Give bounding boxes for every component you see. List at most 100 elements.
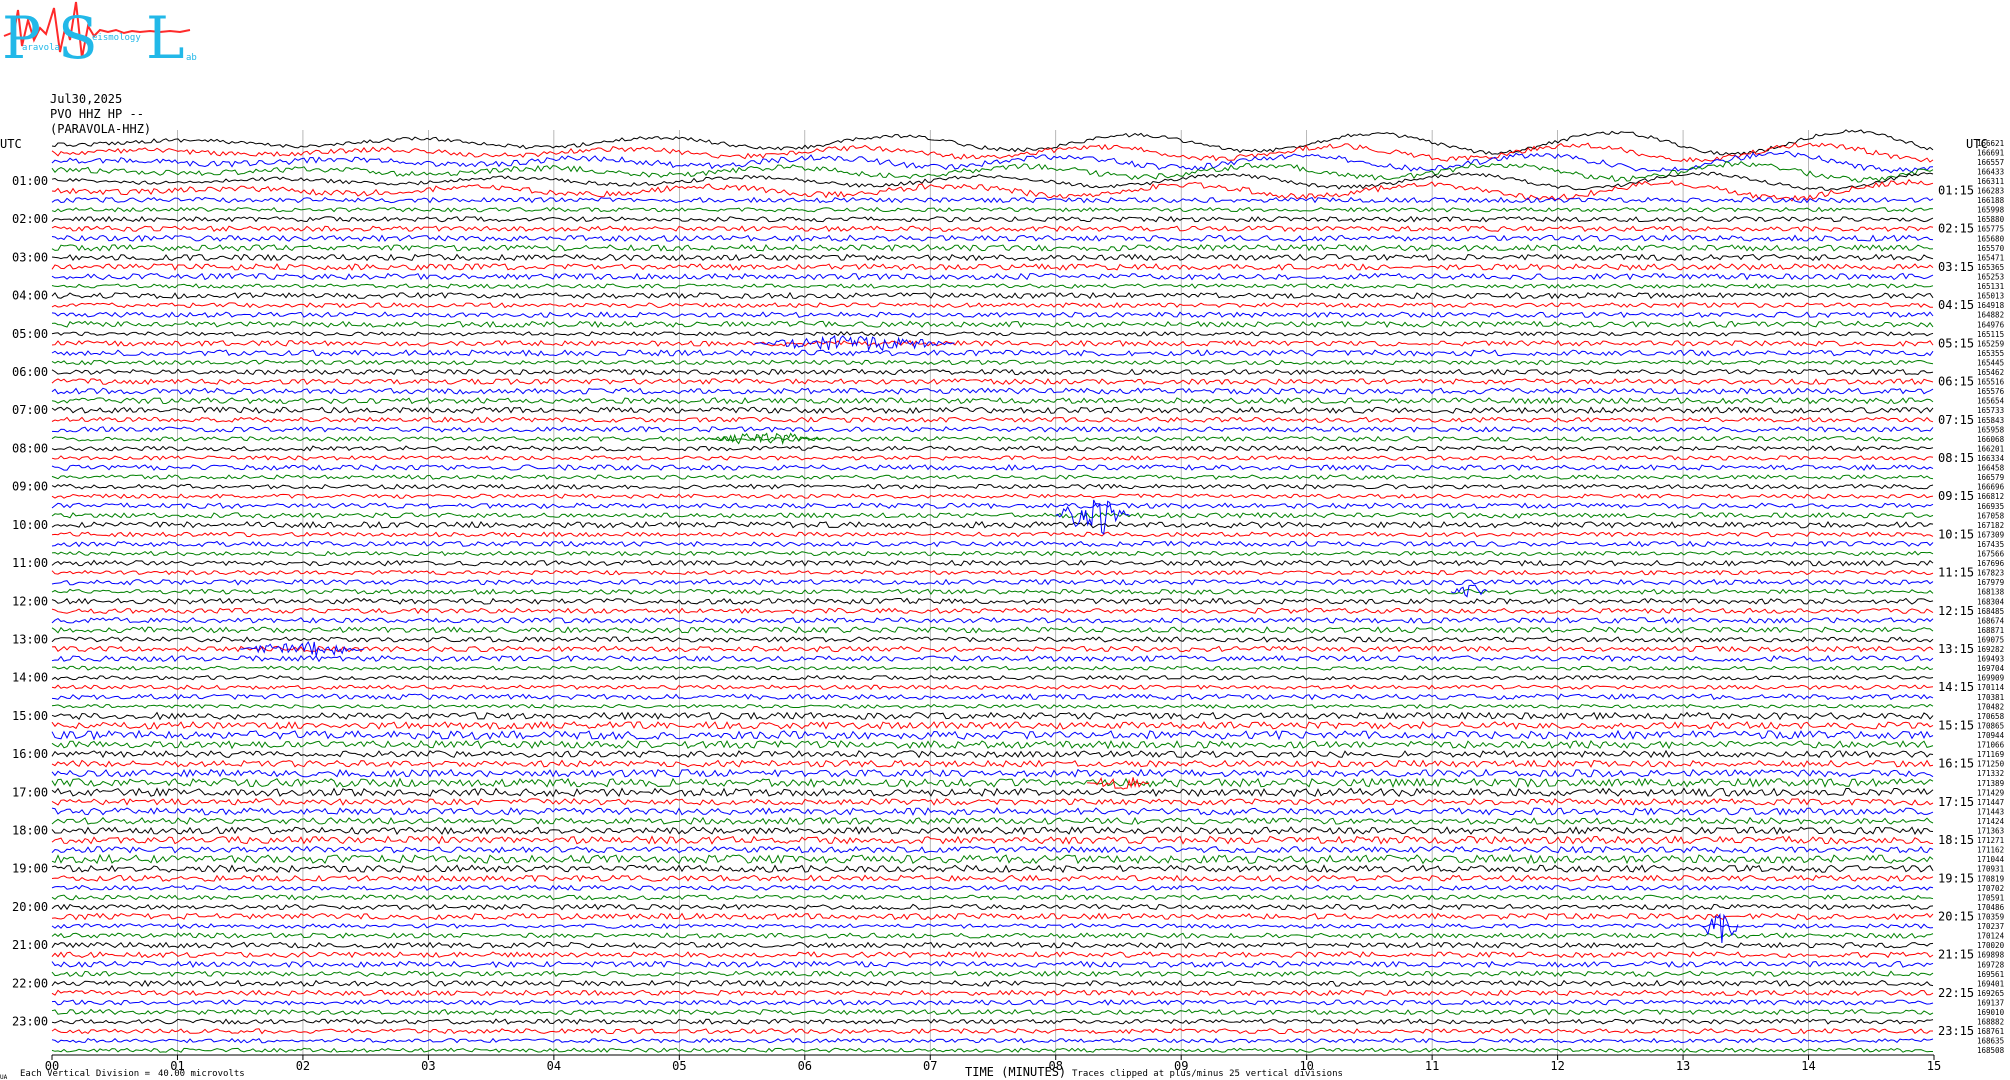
seismic-trace xyxy=(51,311,1934,319)
seismic-trace xyxy=(51,511,1934,519)
seismic-trace xyxy=(51,835,1934,845)
trace-offset-label: 166579 xyxy=(1977,473,2004,482)
right-hour-label: 18:15 xyxy=(1938,833,1974,847)
seismic-trace xyxy=(51,331,1934,337)
left-hour-label: 20:00 xyxy=(12,900,48,914)
trace-offset-label: 171363 xyxy=(1977,827,2004,836)
seismic-trace xyxy=(51,729,1934,741)
scale-value: 40.00 microvolts xyxy=(158,1069,245,1079)
trace-offset-label: 167058 xyxy=(1977,511,2005,520)
trace-offset-label: 165462 xyxy=(1977,368,2004,377)
seismic-trace xyxy=(51,884,1934,891)
trace-offset-label: 170482 xyxy=(1977,702,2004,711)
seismic-traces xyxy=(51,129,1934,1053)
x-tick-label: 07 xyxy=(923,1059,937,1073)
seismic-trace xyxy=(51,787,1934,798)
trace-offset-label: 165576 xyxy=(1977,387,2005,396)
trace-offset-label: 171389 xyxy=(1977,779,2004,788)
right-hour-label: 11:15 xyxy=(1938,566,1974,580)
seismic-trace xyxy=(51,1028,1933,1035)
trace-offset-label: 166188 xyxy=(1977,196,2005,205)
seismic-trace xyxy=(51,941,1934,949)
left-hour-label: 05:00 xyxy=(12,327,48,341)
seismic-trace xyxy=(51,636,1934,643)
trace-offset-label: 166557 xyxy=(1977,158,2004,167)
trace-offset-label: 170381 xyxy=(1977,693,2004,702)
trace-offset-label: 170591 xyxy=(1977,893,2004,902)
seismic-trace xyxy=(51,923,1934,930)
logo-word-ab: ab xyxy=(186,53,197,63)
trace-offset-label: 170658 xyxy=(1977,712,2005,721)
trace-offset-label: 168635 xyxy=(1977,1037,2004,1046)
right-hour-label: 01:15 xyxy=(1938,184,1974,198)
seismic-trace xyxy=(51,215,1934,223)
x-tick-label: 13 xyxy=(1676,1059,1690,1073)
left-hour-labels: 01:00 02:00 03:00 04:00 05:00 06:00 07:00 08:00… xyxy=(12,174,48,1029)
trace-offset-label: 171429 xyxy=(1977,788,2004,797)
seismic-trace xyxy=(51,665,1934,671)
seismic-trace xyxy=(51,684,1934,691)
seismic-trace xyxy=(51,703,1934,709)
trace-offset-label: 165775 xyxy=(1977,225,2004,234)
seismic-trace xyxy=(51,970,1934,978)
seismic-trace xyxy=(51,291,1934,300)
right-hour-label: 16:15 xyxy=(1938,757,1974,771)
left-hour-label: 14:00 xyxy=(12,671,48,685)
seismic-trace xyxy=(51,550,1934,557)
seismic-trace xyxy=(51,196,1934,204)
seismic-trace xyxy=(51,416,1934,423)
right-hour-label: 09:15 xyxy=(1938,489,1974,503)
x-tick-label: 03 xyxy=(421,1059,435,1073)
seismic-trace xyxy=(51,674,1934,681)
x-tick-label: 06 xyxy=(798,1059,812,1073)
trace-offset-label: 168882 xyxy=(1977,1018,2004,1027)
trace-offset-label: 166334 xyxy=(1977,454,2005,463)
seismic-trace xyxy=(51,607,1934,615)
x-tick-label: 05 xyxy=(672,1059,686,1073)
right-hour-label: 20:15 xyxy=(1938,909,1974,923)
psl-logo: P S L aravola eismology ab xyxy=(2,1,197,72)
trace-offset-label: 165680 xyxy=(1977,234,2005,243)
seismic-trace xyxy=(51,320,1934,328)
clip-note: Traces clipped at plus/minus 25 vertical… xyxy=(1072,1069,1343,1079)
helicorder-chart: P S L aravola eismology ab Jul30,2025 PV… xyxy=(0,1,2005,1080)
trace-offset-label: 168761 xyxy=(1977,1027,2004,1036)
trace-offset-label: 166068 xyxy=(1977,435,2005,444)
left-hour-label: 09:00 xyxy=(12,480,48,494)
right-hour-label: 10:15 xyxy=(1938,527,1974,541)
trace-offset-label: 165115 xyxy=(1977,330,2004,339)
trace-offset-label: 165843 xyxy=(1977,416,2004,425)
trace-offset-label: 170865 xyxy=(1977,721,2004,730)
left-hour-label: 10:00 xyxy=(12,518,48,532)
seismic-trace xyxy=(51,272,1934,281)
seismic-trace xyxy=(51,368,1934,376)
trace-offset-label: 167979 xyxy=(1977,578,2004,587)
seismic-trace xyxy=(51,406,1934,415)
left-hour-label: 23:00 xyxy=(12,1015,48,1029)
logo-word-eismology: eismology xyxy=(92,33,141,43)
seismic-trace xyxy=(51,597,1934,605)
trace-offset-label: 169704 xyxy=(1977,664,2005,673)
seismic-trace xyxy=(51,626,1934,634)
trace-offset-label: 167566 xyxy=(1977,550,2005,559)
trace-offset-label: 171424 xyxy=(1977,817,2005,826)
trace-offset-label: 170020 xyxy=(1977,941,2005,950)
seismic-trace xyxy=(51,759,1934,768)
right-hour-label: 03:15 xyxy=(1938,260,1974,274)
seismic-trace xyxy=(51,1037,1934,1044)
left-hour-label: 07:00 xyxy=(12,403,48,417)
seismic-trace xyxy=(51,932,1934,939)
seismic-trace xyxy=(51,455,1934,461)
seismic-trace xyxy=(51,768,1934,778)
trace-offset-label: 166458 xyxy=(1977,464,2005,473)
trace-offset-label: 164882 xyxy=(1977,311,2004,320)
trace-offset-label: 169265 xyxy=(1977,989,2004,998)
trace-offset-label: 168508 xyxy=(1977,1046,2005,1055)
x-tick-label: 14 xyxy=(1801,1059,1815,1073)
event-burst xyxy=(1450,584,1488,598)
trace-offset-label: 169898 xyxy=(1977,951,2005,960)
seismic-trace xyxy=(51,654,1934,663)
trace-offset-label: 167309 xyxy=(1977,530,2004,539)
seismic-trace xyxy=(51,520,1934,529)
left-hour-label: 15:00 xyxy=(12,709,48,723)
